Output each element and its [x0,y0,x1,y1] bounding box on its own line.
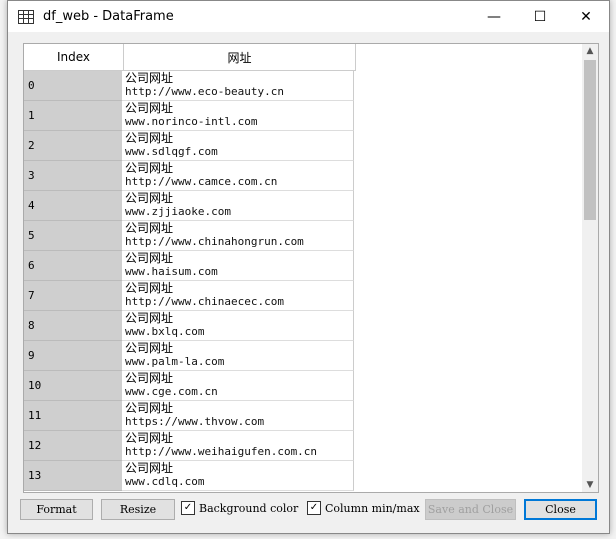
row-index[interactable]: 9 [24,341,122,371]
vertical-scrollbar[interactable]: ▲ ▼ [582,44,598,492]
cell-url: https://www.thvow.com [125,415,265,428]
cell-url: http://www.chinahongrun.com [125,235,304,248]
cell-label: 公司网址 [125,401,174,415]
cell-url: www.cdlq.com [125,475,205,488]
cell-label: 公司网址 [125,221,174,235]
cell-url: www.zjjiaoke.com [125,205,231,218]
table-row: 8 公司网址 www.bxlq.com [24,311,354,341]
cell-url: www.palm-la.com [125,355,225,368]
table-row: 5 公司网址 http://www.chinahongrun.com [24,221,354,251]
row-index[interactable]: 12 [24,431,122,461]
cell-label: 公司网址 [125,341,174,355]
url-cell[interactable]: 公司网址 www.sdlqgf.com [122,131,354,161]
checkbox-label: Column min/max [325,501,420,515]
row-index[interactable]: 10 [24,371,122,401]
checkbox-checked-icon[interactable]: ✓ [307,501,321,515]
cell-url: www.cge.com.cn [125,385,218,398]
table-row: 12 公司网址 http://www.weihaigufen.com.cn [24,431,354,461]
maximize-button[interactable]: ☐ [517,1,563,32]
row-index[interactable]: 13 [24,461,122,491]
row-index[interactable]: 2 [24,131,122,161]
title-bar: df_web - DataFrame — ☐ ✕ [8,1,609,32]
row-index[interactable]: 4 [24,191,122,221]
dataframe-window: df_web - DataFrame — ☐ ✕ Index 网址 0 公司网址 h… [7,0,610,534]
resize-button[interactable]: Resize [101,499,175,520]
row-index[interactable]: 11 [24,401,122,431]
cell-label: 公司网址 [125,311,174,325]
cell-label: 公司网址 [125,251,174,265]
cell-label: 公司网址 [125,461,174,475]
table-row: 0 公司网址 http://www.eco-beauty.cn [24,71,354,101]
checkbox-label: Background color [199,501,299,515]
scrollbar-thumb[interactable] [584,60,596,220]
dataframe-table: Index 网址 0 公司网址 http://www.eco-beauty.cn 1 公… [23,43,599,493]
url-cell[interactable]: 公司网址 http://www.weihaigufen.com.cn [122,431,354,461]
cell-label: 公司网址 [125,281,174,295]
table-row: 1 公司网址 www.norinco-intl.com [24,101,354,131]
table-row: 11 公司网址 https://www.thvow.com [24,401,354,431]
table-icon [18,9,34,24]
cell-url: www.sdlqgf.com [125,145,218,158]
row-index[interactable]: 5 [24,221,122,251]
url-cell[interactable]: 公司网址 www.cdlq.com [122,461,354,491]
checkbox-checked-icon[interactable]: ✓ [181,501,195,515]
row-index[interactable]: 0 [24,71,122,101]
cell-label: 公司网址 [125,71,174,85]
table-row: 3 公司网址 http://www.camce.com.cn [24,161,354,191]
scroll-down-icon[interactable]: ▼ [582,480,598,490]
header-url[interactable]: 网址 [124,44,356,71]
cell-url: http://www.chinaecec.com [125,295,284,308]
cell-url: http://www.eco-beauty.cn [125,85,284,98]
cell-label: 公司网址 [125,131,174,145]
close-button[interactable]: Close [524,499,597,520]
background-color-checkbox[interactable]: ✓ Background color [181,501,298,515]
cell-url: www.haisum.com [125,265,218,278]
cell-url: www.norinco-intl.com [125,115,258,128]
column-minmax-checkbox[interactable]: ✓ Column min/max [307,501,420,515]
scroll-up-icon[interactable]: ▲ [582,46,598,56]
table-row: 7 公司网址 http://www.chinaecec.com [24,281,354,311]
url-cell[interactable]: 公司网址 www.haisum.com [122,251,354,281]
header-index[interactable]: Index [24,44,124,71]
row-index[interactable]: 7 [24,281,122,311]
cell-url: www.bxlq.com [125,325,205,338]
url-cell[interactable]: 公司网址 www.palm-la.com [122,341,354,371]
url-cell[interactable]: 公司网址 www.norinco-intl.com [122,101,354,131]
row-index[interactable]: 3 [24,161,122,191]
cell-url: http://www.weihaigufen.com.cn [125,445,318,458]
window-title: df_web - DataFrame [43,9,174,24]
url-cell[interactable]: 公司网址 http://www.camce.com.cn [122,161,354,191]
table-row: 9 公司网址 www.palm-la.com [24,341,354,371]
row-index[interactable]: 6 [24,251,122,281]
table-row: 6 公司网址 www.haisum.com [24,251,354,281]
row-index[interactable]: 8 [24,311,122,341]
cell-label: 公司网址 [125,191,174,205]
format-button[interactable]: Format [20,499,93,520]
minimize-button[interactable]: — [471,1,517,32]
cell-url: http://www.camce.com.cn [125,175,278,188]
cell-label: 公司网址 [125,431,174,445]
cell-label: 公司网址 [125,371,174,385]
table-row: 13 公司网址 www.cdlq.com [24,461,354,491]
url-cell[interactable]: 公司网址 www.cge.com.cn [122,371,354,401]
url-cell[interactable]: 公司网址 https://www.thvow.com [122,401,354,431]
url-cell[interactable]: 公司网址 http://www.chinahongrun.com [122,221,354,251]
url-cell[interactable]: 公司网址 http://www.eco-beauty.cn [122,71,354,101]
close-window-button[interactable]: ✕ [563,1,609,32]
table-row: 10 公司网址 www.cge.com.cn [24,371,354,401]
url-cell[interactable]: 公司网址 www.bxlq.com [122,311,354,341]
row-index[interactable]: 1 [24,101,122,131]
table-body: 0 公司网址 http://www.eco-beauty.cn 1 公司网址 www.no… [24,71,354,491]
url-cell[interactable]: 公司网址 www.zjjiaoke.com [122,191,354,221]
cell-label: 公司网址 [125,101,174,115]
table-row: 2 公司网址 www.sdlqgf.com [24,131,354,161]
cell-label: 公司网址 [125,161,174,175]
save-and-close-button[interactable]: Save and Close [425,499,516,520]
table-row: 4 公司网址 www.zjjiaoke.com [24,191,354,221]
url-cell[interactable]: 公司网址 http://www.chinaecec.com [122,281,354,311]
